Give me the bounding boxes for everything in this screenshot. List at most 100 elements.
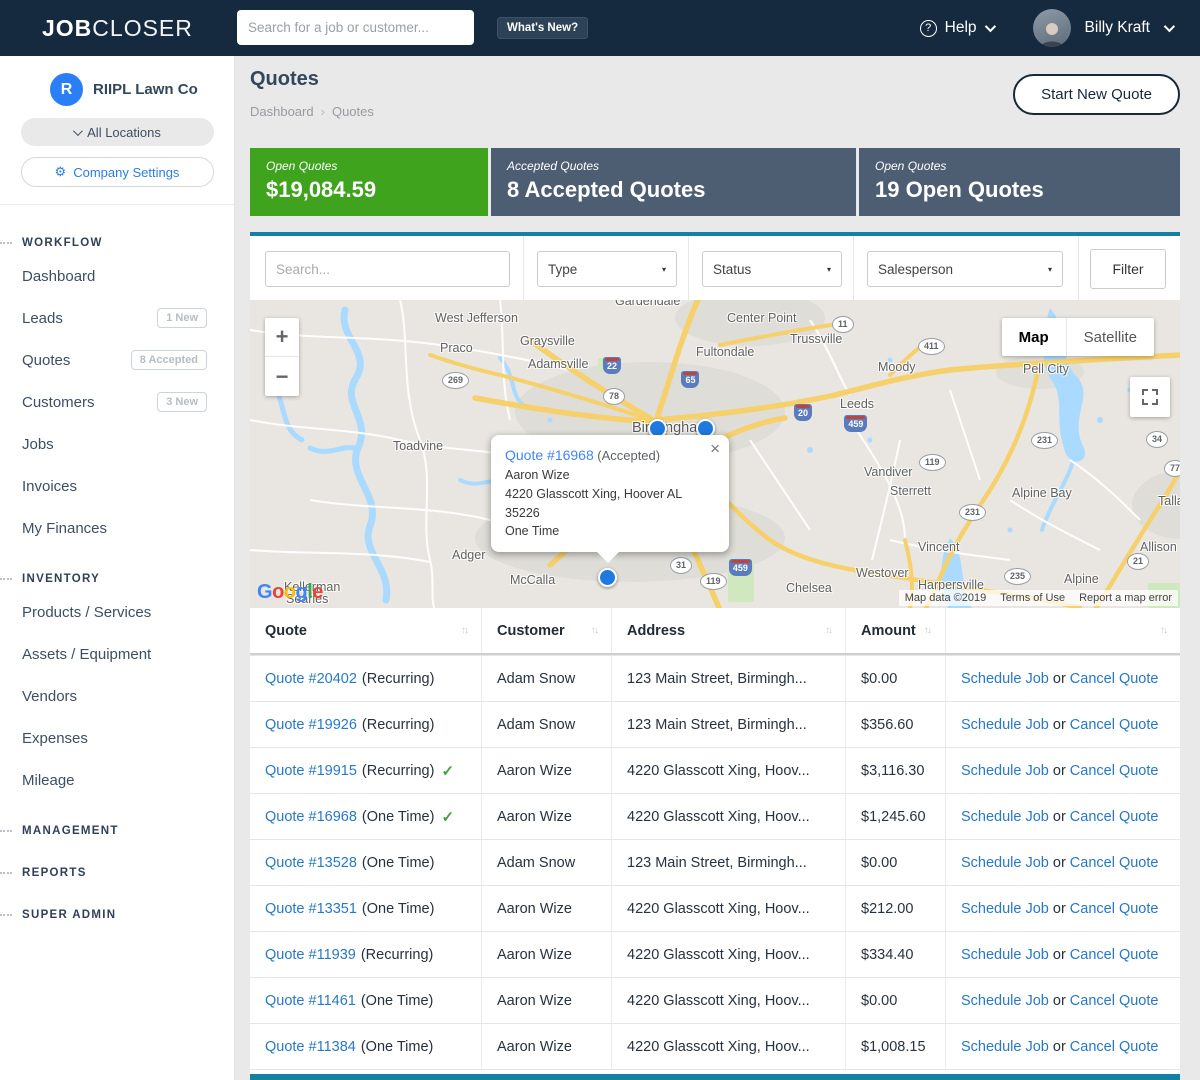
quote-link[interactable]: Quote #11939 [265, 947, 356, 963]
quote-link[interactable]: Quote #13528 [265, 855, 357, 871]
section-super-admin[interactable]: SUPER ADMIN [0, 903, 234, 927]
whats-new-button[interactable]: What's New? [497, 17, 588, 39]
cancel-quote-link[interactable]: Cancel Quote [1070, 993, 1159, 1009]
quotes-search-input[interactable] [265, 251, 510, 287]
sidebar-item-invoices[interactable]: Invoices [0, 465, 234, 507]
customer-cell: Adam Snow [481, 840, 611, 885]
status-select[interactable]: Status▾ [702, 251, 842, 287]
user-menu[interactable]: Billy Kraft [1085, 19, 1150, 37]
zoom-in-button[interactable]: + [265, 318, 299, 357]
chevron-down-icon[interactable] [1164, 21, 1175, 32]
sidebar-item-jobs[interactable]: Jobs [0, 423, 234, 465]
column-header-amount[interactable]: Amount [845, 608, 945, 653]
sort-icon[interactable] [1160, 625, 1166, 636]
salesperson-select[interactable]: Salesperson▾ [867, 251, 1063, 287]
chevron-down-icon [984, 21, 995, 32]
popup-quote-link[interactable]: Quote #16968 [505, 447, 594, 463]
section-management[interactable]: MANAGEMENT [0, 819, 234, 843]
cancel-quote-link[interactable]: Cancel Quote [1070, 671, 1159, 687]
column-header-quote[interactable]: Quote [250, 608, 481, 653]
schedule-job-link[interactable]: Schedule Job [961, 809, 1049, 825]
column-header-customer[interactable]: Customer [481, 608, 611, 653]
sidebar-item-expenses[interactable]: Expenses [0, 717, 234, 759]
amount-cell: $212.00 [845, 886, 945, 931]
quote-link[interactable]: Quote #19915 [265, 763, 357, 779]
all-locations-selector[interactable]: All Locations [21, 118, 214, 146]
table-row: Quote #11939(Recurring) Aaron Wize 4220 … [250, 931, 1180, 977]
quotes-table: Quote Customer Address Amount Quote #204… [250, 608, 1180, 1080]
sort-icon[interactable] [461, 625, 467, 636]
sidebar-item-customers[interactable]: Customers3 New [0, 381, 234, 423]
sidebar-item-mileage[interactable]: Mileage [0, 759, 234, 801]
schedule-job-link[interactable]: Schedule Job [961, 717, 1049, 733]
section-reports[interactable]: REPORTS [0, 861, 234, 885]
divider [1078, 236, 1079, 300]
terms-of-use-link[interactable]: Terms of Use [1000, 592, 1065, 604]
satellite-view-button[interactable]: Satellite [1067, 318, 1154, 356]
table-row: Quote #11384(One Time) Aaron Wize 4220 G… [250, 1023, 1180, 1069]
breadcrumb-quotes: Quotes [332, 104, 374, 119]
quote-link[interactable]: Quote #11384 [265, 1039, 356, 1055]
cancel-quote-link[interactable]: Cancel Quote [1070, 809, 1159, 825]
cancel-quote-link[interactable]: Cancel Quote [1070, 717, 1159, 733]
schedule-job-link[interactable]: Schedule Job [961, 1039, 1049, 1055]
schedule-job-link[interactable]: Schedule Job [961, 671, 1049, 687]
schedule-job-link[interactable]: Schedule Job [961, 855, 1049, 871]
sidebar-item-leads[interactable]: Leads1 New [0, 297, 234, 339]
close-icon[interactable]: × [710, 440, 720, 457]
map-label-town: Alpine [1064, 572, 1099, 586]
table-row: Quote #16968(One Time)✓ Aaron Wize 4220 … [250, 793, 1180, 839]
map-label-town: Leeds [840, 397, 874, 411]
quote-link[interactable]: Quote #19926 [265, 717, 357, 733]
quote-link[interactable]: Quote #13351 [265, 901, 357, 917]
cancel-quote-link[interactable]: Cancel Quote [1070, 947, 1159, 963]
breadcrumb-separator: › [321, 104, 325, 119]
cancel-quote-link[interactable]: Cancel Quote [1070, 1039, 1159, 1055]
type-select[interactable]: Type▾ [537, 251, 677, 287]
column-header-address[interactable]: Address [611, 608, 845, 653]
start-new-quote-button[interactable]: Start New Quote [1013, 74, 1180, 115]
map-marker[interactable] [598, 568, 617, 587]
quote-link[interactable]: Quote #16968 [265, 809, 357, 825]
column-header-actions[interactable] [945, 608, 1180, 653]
sidebar-item-assets-equipment[interactable]: Assets / Equipment [0, 633, 234, 675]
user-avatar[interactable] [1033, 9, 1071, 47]
schedule-job-link[interactable]: Schedule Job [961, 947, 1049, 963]
sidebar-item-vendors[interactable]: Vendors [0, 675, 234, 717]
cancel-quote-link[interactable]: Cancel Quote [1070, 763, 1159, 779]
quotes-map[interactable]: Gardendale West Jefferson Praco Graysvil… [250, 300, 1180, 608]
sort-icon[interactable] [591, 625, 597, 636]
cancel-quote-link[interactable]: Cancel Quote [1070, 855, 1159, 871]
schedule-job-link[interactable]: Schedule Job [961, 763, 1049, 779]
global-search-input[interactable] [237, 10, 474, 45]
fullscreen-button[interactable] [1130, 377, 1170, 417]
quote-link[interactable]: Quote #20402 [265, 671, 357, 687]
sort-icon[interactable] [924, 625, 930, 636]
quote-link[interactable]: Quote #11461 [265, 993, 356, 1009]
customer-cell: Adam Snow [481, 702, 611, 747]
sidebar-item-dashboard[interactable]: Dashboard [0, 255, 234, 297]
stat-label: Open Quotes [875, 159, 1164, 173]
sidebar-item-quotes[interactable]: Quotes8 Accepted [0, 339, 234, 381]
help-menu[interactable]: ? Help [920, 19, 993, 37]
address-cell: 123 Main Street, Birmingh... [611, 702, 845, 747]
zoom-out-button[interactable]: − [265, 357, 299, 396]
company-settings-button[interactable]: ⚙ Company Settings [21, 157, 214, 187]
customer-cell: Adam Snow [481, 656, 611, 701]
schedule-job-link[interactable]: Schedule Job [961, 901, 1049, 917]
breadcrumb-dashboard[interactable]: Dashboard [250, 104, 314, 119]
stats-row: Open Quotes $19,084.59 Accepted Quotes 8… [250, 148, 1180, 216]
sidebar-item-my-finances[interactable]: My Finances [0, 507, 234, 549]
map-view-button[interactable]: Map [1002, 318, 1067, 356]
divider [853, 236, 854, 300]
cancel-quote-link[interactable]: Cancel Quote [1070, 901, 1159, 917]
sidebar-item-products-services[interactable]: Products / Services [0, 591, 234, 633]
dropdown-arrow-icon: ▾ [1048, 265, 1052, 274]
sort-icon[interactable] [825, 625, 831, 636]
route-shield: 77 [1164, 460, 1180, 477]
report-map-error-link[interactable]: Report a map error [1079, 592, 1172, 604]
filter-button[interactable]: Filter [1090, 249, 1166, 289]
schedule-job-link[interactable]: Schedule Job [961, 993, 1049, 1009]
app-logo: JOBCLOSER [42, 15, 193, 42]
next-panel-top-border [250, 1074, 1180, 1080]
